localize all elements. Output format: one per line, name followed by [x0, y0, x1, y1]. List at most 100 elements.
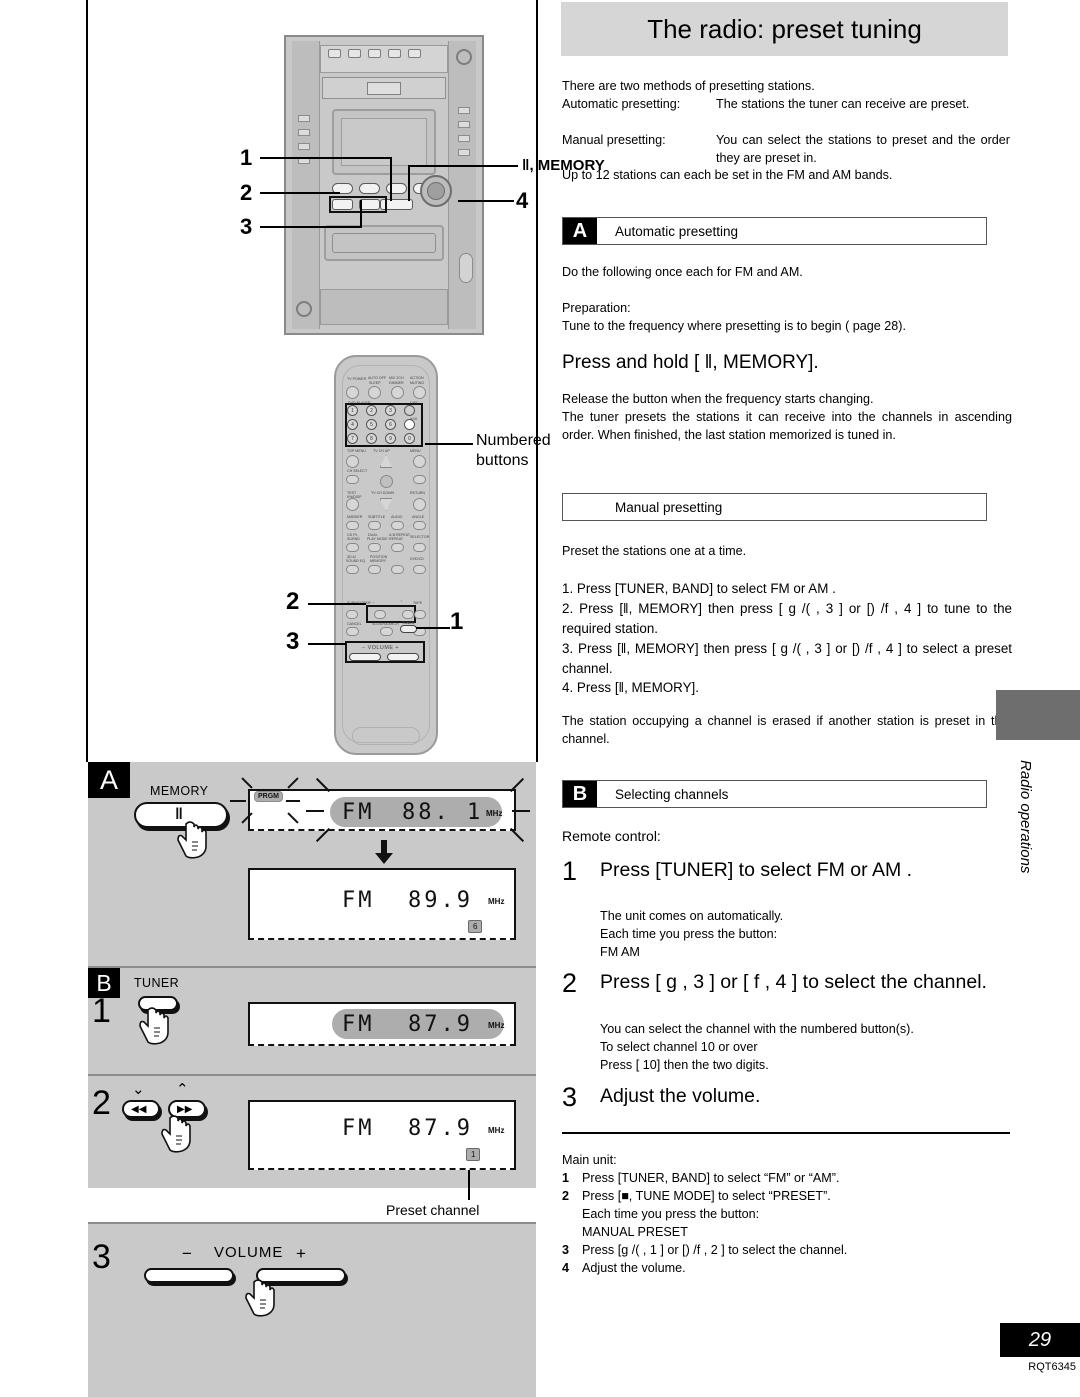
manual-presetting-intro: Preset the stations one at a time.: [562, 544, 747, 558]
section-a-tag: A: [563, 218, 597, 244]
figure-b-display-2: FM 87.9 MHz 1: [248, 1100, 516, 1170]
intro-line-last: Up to 12 stations can each be set in the…: [562, 168, 893, 182]
remote-control-label: Remote control:: [562, 828, 661, 844]
section-b-step-2-sub-1: You can select the channel with the numb…: [600, 1022, 914, 1036]
unit-callout-3: 3: [240, 214, 253, 239]
middle-column-rule: [536, 0, 538, 762]
section-b-step-3-text: Adjust the volume.: [600, 1085, 761, 1107]
display-a1-unit: MHz: [486, 809, 503, 818]
numbered-buttons[interactable]: 123 456 7890: [347, 405, 421, 444]
section-b-heading: Selecting channels: [615, 786, 729, 802]
figure-b-step3-panel: 3 − VOLUME +: [88, 1224, 536, 1397]
remote-volume-up[interactable]: [387, 653, 419, 661]
page-number-box: 29: [1000, 1323, 1080, 1357]
main-unit-step-2-sub-1: Each time you press the button:: [582, 1207, 760, 1221]
figure-b-tuner-label: TUNER: [134, 976, 180, 990]
display-b2-band: FM: [342, 1116, 375, 1141]
figure-b-step1-number: 1: [92, 992, 111, 1030]
section-side-label: Radio operations: [1017, 760, 1034, 874]
section-b-step-1-sub-2: Each time you press the button:: [600, 927, 778, 941]
manual-step-2: 2. Press [‖, MEMORY] then press [ g /( ,…: [562, 601, 1012, 636]
remote-volume-down[interactable]: [349, 653, 381, 661]
hand-pointer-icon: [161, 1115, 191, 1153]
remote-tuner-button[interactable]: [400, 625, 417, 633]
page-title: The radio: preset tuning: [647, 13, 922, 44]
display-a1-freq: 88. 1: [402, 800, 484, 825]
section-b-header: B Selecting channels: [562, 780, 987, 808]
chevron-down-icon: ⌄: [132, 1081, 145, 1098]
display-a2-unit: MHz: [488, 897, 505, 906]
section-b-step-2-sub-2: To select channel 10 or over: [600, 1040, 758, 1054]
section-a-intro: Do the following once each for FM and AM…: [562, 265, 803, 279]
figure-b-step2-number: 2: [92, 1084, 111, 1122]
memory-label-leader-v: [408, 165, 410, 201]
manual-presetting-header: Manual presetting: [562, 493, 987, 521]
unit-callout-1-leader-v: [390, 157, 392, 201]
remote-callout-2-leader: [308, 603, 366, 605]
remote-callout-2: 2: [286, 588, 300, 615]
remote-callout-3: 3: [286, 628, 300, 655]
section-side-tab: [996, 690, 1080, 740]
illustration-area: 1 2 3 4 ‖, MEMORY TV POWER AUTO OFF SLEE…: [88, 0, 605, 762]
unit-callout-1-leader: [260, 157, 392, 159]
section-a-header: A Automatic presetting: [562, 217, 987, 245]
figure-b-step1-panel: B 1 TUNER FM 87.9 MHz: [88, 968, 536, 1074]
display-a2-preset-number: 6: [468, 920, 483, 933]
section-b-step-1-text: Press [TUNER] to select FM or AM .: [600, 859, 913, 881]
figure-b-display-1: FM 87.9 MHz: [248, 1002, 516, 1046]
skip-back-icon: ◀◀: [131, 1104, 147, 1115]
figure-a-tag: A: [88, 762, 130, 798]
manual-presetting-tag-spacer: [563, 494, 597, 520]
section-b-step-2-number: 2: [562, 968, 578, 998]
numbered-buttons-leader: [425, 443, 473, 445]
volume-plus-label: +: [296, 1244, 306, 1263]
manual-step-1: 1. Press [TUNER, BAND] to select FM or A…: [562, 581, 836, 596]
hand-pointer-icon: [245, 1279, 275, 1317]
display-b2-preset-number: 1: [466, 1148, 481, 1161]
volume-down-button[interactable]: [144, 1268, 234, 1283]
intro-manual-text: You can select the stations to preset an…: [716, 133, 1010, 165]
main-unit-step-3-text: Press [g /( , 1 ] or [) /f , 2 ] to sele…: [582, 1243, 848, 1257]
unit-callout-4: 4: [516, 188, 529, 213]
remote-callout-1: 1: [450, 608, 464, 635]
document-code: RQT6345: [1028, 1361, 1076, 1373]
display-b1-freq: 87.9: [408, 1012, 473, 1037]
section-b-step-1-number: 1: [562, 856, 578, 886]
unit-callout-2: 2: [240, 180, 253, 205]
section-b-step-2-text: Press [ g , 3 ] or [ f , 4 ] to select t…: [600, 971, 987, 993]
intro-auto-label: Automatic presetting:: [562, 97, 681, 111]
unit-callout-3-leader: [260, 226, 362, 228]
chevron-up-icon: ⌃: [176, 1081, 189, 1098]
main-unit-step-4-number: 4: [562, 1261, 570, 1275]
display-b2-freq: 87.9: [408, 1116, 473, 1141]
volume-label: VOLUME: [214, 1244, 284, 1261]
section-a-note-1: Release the button when the frequency st…: [562, 392, 874, 406]
section-a-instruction: Press and hold [ ‖, MEMORY].: [562, 352, 819, 373]
section-a-prep-text: Tune to the frequency where presetting i…: [562, 319, 906, 333]
figure-a-panel: A MEMORY ‖ FM 88. 1 MHz PRGM FM 89.9 MHz…: [88, 762, 536, 966]
manual-presetting-note: The station occupying a channel is erase…: [562, 714, 1012, 746]
main-unit-step-2-sub-2: MANUAL PRESET: [582, 1225, 688, 1239]
main-unit-step-3-number: 3: [562, 1243, 570, 1257]
display-a1-band: FM: [342, 800, 375, 825]
section-b-tag: B: [563, 781, 597, 807]
numbered-buttons-callout-line2: buttons: [476, 452, 529, 469]
unit-callout-1: 1: [240, 145, 253, 170]
manual-presetting-heading: Manual presetting: [615, 499, 723, 515]
main-unit-label: Main unit:: [562, 1153, 617, 1167]
section-b-step-1-sub-1: The unit comes on automatically.: [600, 909, 784, 923]
preset-channel-leader: [468, 1170, 470, 1200]
hand-pointer-icon: [177, 821, 207, 859]
unit-callout-4-leader: [458, 200, 514, 202]
display-b1-band: FM: [342, 1012, 375, 1037]
intro-manual-label: Manual presetting:: [562, 133, 666, 147]
section-b-step-1-sub-3: FM AM: [600, 945, 640, 959]
main-unit-divider: [562, 1132, 1010, 1134]
memory-label-leader: [408, 165, 518, 167]
page-title-band: The radio: preset tuning: [561, 2, 1008, 56]
display-b1-unit: MHz: [488, 1021, 505, 1030]
main-unit-step-4-text: Adjust the volume.: [582, 1261, 686, 1275]
main-unit-step-1-text: Press [TUNER, BAND] to select “FM” or “A…: [582, 1171, 840, 1185]
intro-auto-text: The stations the tuner can receive are p…: [716, 97, 970, 111]
remote-control-illustration: TV POWER AUTO OFF SLEEP MIX 2CH DIMMER A…: [334, 355, 438, 755]
